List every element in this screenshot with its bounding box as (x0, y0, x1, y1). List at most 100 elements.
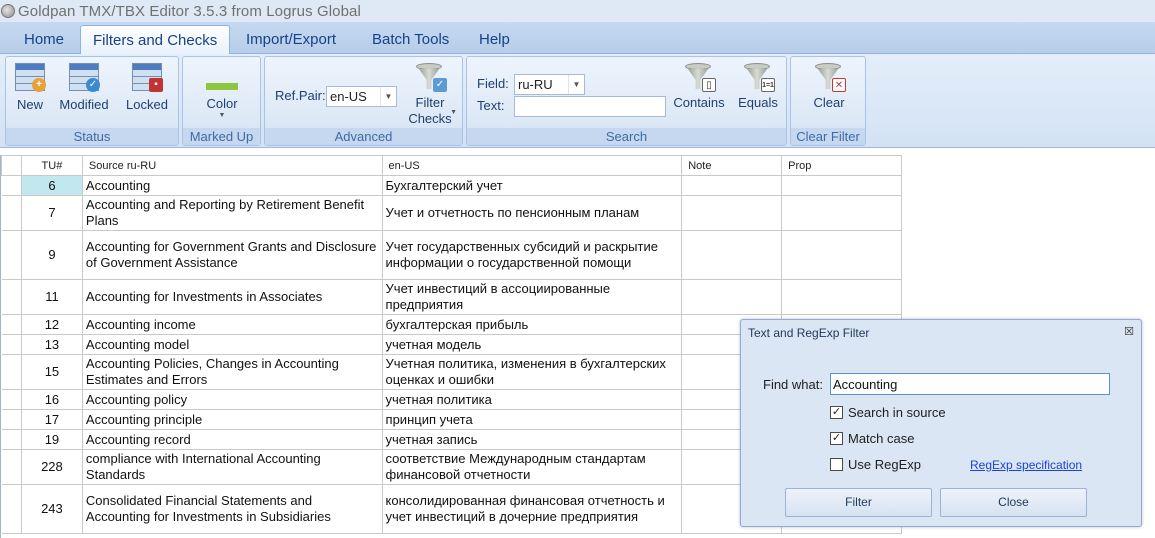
note-cell[interactable] (681, 175, 783, 196)
tu-cell[interactable]: 17 (20, 409, 83, 430)
title-bar: Goldpan TMX/TBX Editor 3.5.3 from Logrus… (0, 0, 1155, 22)
tab-filters-and-checks[interactable]: Filters and Checks (80, 25, 231, 55)
contains-button[interactable]: ▯ Contains (672, 61, 726, 110)
tu-cell[interactable]: 9 (20, 230, 83, 280)
target-cell[interactable]: Учет инвестиций в ассоциированные предпр… (381, 279, 683, 315)
table-row[interactable]: 6 Accounting Бухгалтерский учет (1, 175, 902, 196)
clear-filter-group-label: Clear Filter (791, 128, 865, 145)
close-button[interactable]: Close (940, 488, 1087, 517)
status-group: + New ✓ Modified ▪ Locked Status (5, 56, 179, 146)
match-case-checkbox[interactable]: ✓ (830, 432, 843, 445)
target-cell[interactable]: учетная запись (381, 429, 683, 450)
tu-cell[interactable]: 7 (20, 195, 83, 231)
prop-cell[interactable] (781, 175, 902, 196)
filter-checks-label-2: Checks (408, 111, 452, 126)
source-cell[interactable]: Accounting (81, 175, 383, 196)
target-cell[interactable]: учетная политика (381, 389, 683, 410)
filter-checks-button[interactable]: ✓ Filter Checks ▼ (405, 61, 457, 126)
tu-cell[interactable]: 16 (20, 389, 83, 410)
source-cell[interactable]: Accounting policy (81, 389, 383, 410)
field-dropdown[interactable]: ru-RU ▼ (514, 74, 585, 95)
tu-cell[interactable]: 15 (20, 354, 83, 390)
tab-import-export[interactable]: Import/Export (234, 25, 348, 54)
note-cell[interactable] (681, 195, 783, 231)
source-cell[interactable]: Accounting record (81, 429, 383, 450)
source-cell[interactable]: compliance with International Accounting… (81, 449, 383, 485)
equals-button-label: Equals (738, 95, 778, 110)
tu-cell[interactable]: 13 (20, 334, 83, 355)
color-button-label: Color (206, 96, 238, 111)
search-group-label: Search (467, 128, 786, 145)
marked-up-group-label: Marked Up (183, 128, 260, 145)
target-cell[interactable]: Учет и отчетность по пенсионным планам (381, 195, 683, 231)
prop-cell[interactable] (781, 195, 902, 231)
table-row[interactable]: 9 Accounting for Government Grants and Di… (1, 230, 902, 280)
row-header-corner (1, 155, 22, 176)
source-cell[interactable]: Accounting for Government Grants and Dis… (81, 230, 383, 280)
new-button[interactable]: + New (10, 61, 50, 112)
find-what-input[interactable] (830, 373, 1110, 395)
search-in-source-checkbox[interactable]: ✓ (830, 406, 843, 419)
source-cell[interactable]: Accounting income (81, 314, 383, 335)
modified-button[interactable]: ✓ Modified (56, 61, 112, 112)
window-title: Goldpan TMX/TBX Editor 3.5.3 from Logrus… (18, 2, 361, 20)
tu-cell[interactable]: 12 (20, 314, 83, 335)
close-icon[interactable]: ☒ (1124, 325, 1134, 338)
refpair-value: en-US (330, 89, 367, 104)
tu-cell[interactable]: 11 (20, 279, 83, 315)
use-regexp-label: Use RegExp (848, 457, 921, 472)
clear-filter-group: ✕ Clear Clear Filter (790, 56, 866, 146)
column-header-note[interactable]: Note (681, 155, 783, 176)
target-cell[interactable]: консолидированная финансовая отчетность … (381, 484, 683, 534)
search-text-input[interactable] (514, 96, 666, 117)
row-header-cell (1, 175, 22, 196)
source-cell[interactable]: Accounting and Reporting by Retirement B… (81, 195, 383, 231)
tab-help[interactable]: Help (467, 25, 522, 54)
modified-grid-icon: ✓ (69, 63, 100, 92)
note-cell[interactable] (681, 230, 783, 280)
tu-cell[interactable]: 19 (20, 429, 83, 450)
use-regexp-checkbox[interactable] (830, 458, 843, 471)
tu-cell[interactable]: 6 (20, 175, 83, 196)
table-header-row: TU# Source ru-RU en-US Note Prop (1, 155, 902, 176)
search-in-source-label: Search in source (848, 405, 946, 420)
prop-cell[interactable] (781, 279, 902, 315)
dialog-title: Text and RegExp Filter (748, 326, 870, 340)
clear-button-label: Clear (813, 95, 845, 110)
tu-cell[interactable]: 243 (20, 484, 83, 534)
column-header-prop[interactable]: Prop (781, 155, 902, 176)
chevron-down-icon: ▼ (450, 109, 457, 116)
target-cell[interactable]: Бухгалтерский учет (381, 175, 683, 196)
target-cell[interactable]: соответствие Международным стандартам фи… (381, 449, 683, 485)
source-cell[interactable]: Accounting for Investments in Associates (81, 279, 383, 315)
table-row[interactable]: 11 Accounting for Investments in Associat… (1, 279, 902, 315)
chevron-down-icon: ▼ (380, 87, 396, 106)
target-cell[interactable]: Учет государственных субсидий и раскрыти… (381, 230, 683, 280)
source-cell[interactable]: Consolidated Financial Statements and Ac… (81, 484, 383, 534)
clear-filter-button[interactable]: ✕ Clear (804, 61, 854, 110)
table-row[interactable]: 7 Accounting and Reporting by Retirement … (1, 195, 902, 231)
regexp-specification-link[interactable]: RegExp specification (970, 458, 1082, 472)
column-header-source[interactable]: Source ru-RU (81, 155, 383, 176)
row-header-cell (1, 314, 22, 335)
note-cell[interactable] (681, 279, 783, 315)
tab-home[interactable]: Home (12, 25, 76, 54)
source-cell[interactable]: Accounting principle (81, 409, 383, 430)
column-header-target[interactable]: en-US (381, 155, 683, 176)
target-cell[interactable]: учетная модель (381, 334, 683, 355)
source-cell[interactable]: Accounting Policies, Changes in Accounti… (81, 354, 383, 390)
prop-cell[interactable] (781, 230, 902, 280)
locked-button[interactable]: ▪ Locked (122, 61, 172, 112)
column-header-tu[interactable]: TU# (20, 155, 83, 176)
row-header-cell (1, 484, 22, 534)
target-cell[interactable]: бухгалтерская прибыль (381, 314, 683, 335)
tu-cell[interactable]: 228 (20, 449, 83, 485)
source-cell[interactable]: Accounting model (81, 334, 383, 355)
target-cell[interactable]: принцип учета (381, 409, 683, 430)
refpair-dropdown[interactable]: en-US ▼ (326, 86, 397, 107)
target-cell[interactable]: Учетная политика, изменения в бухгалтерс… (381, 354, 683, 390)
color-button[interactable]: Color ▼ (198, 83, 246, 119)
equals-button[interactable]: 1=1 Equals (733, 61, 783, 110)
tab-batch-tools[interactable]: Batch Tools (360, 25, 461, 54)
filter-button[interactable]: Filter (785, 488, 932, 517)
